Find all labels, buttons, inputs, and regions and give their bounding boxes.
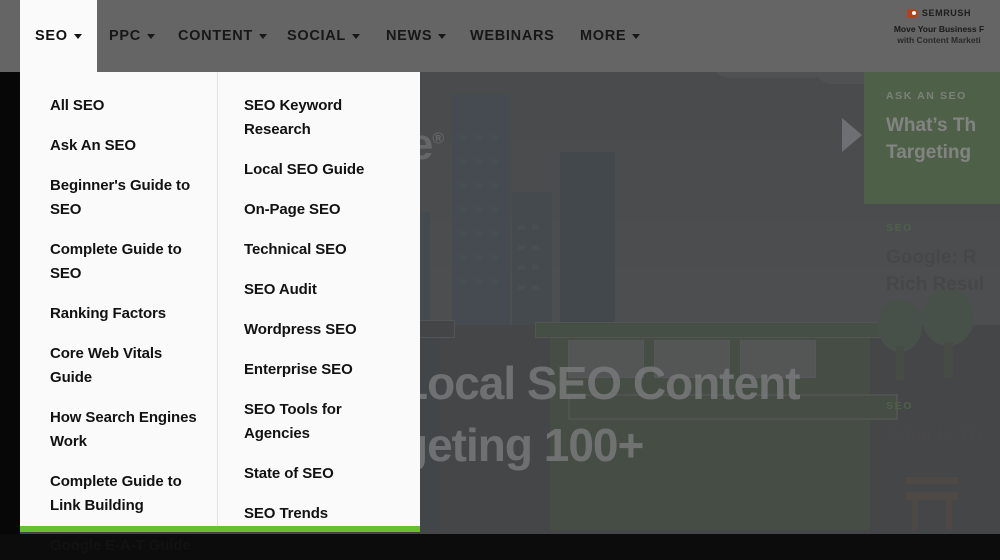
nav-item-label: SEO <box>35 28 68 44</box>
chevron-down-icon <box>146 33 155 39</box>
ad-headline-line-1: Move Your Business F <box>893 24 985 34</box>
semrush-mark-icon <box>906 8 918 18</box>
menu-item-local-seo-guide[interactable]: Local SEO Guide <box>244 158 406 182</box>
menu-item-on-page-seo[interactable]: On-Page SEO <box>244 198 406 222</box>
mega-menu-column-1: All SEO Ask An SEO Beginner's Guide to S… <box>20 72 217 554</box>
nav-item-news[interactable]: NEWS <box>371 0 461 72</box>
menu-item-how-search-engines-work[interactable]: How Search Engines Work <box>50 406 205 454</box>
menu-item-beginners-guide-to-seo[interactable]: Beginner's Guide to SEO <box>50 174 205 222</box>
nav-item-ppc[interactable]: PPC <box>94 0 170 72</box>
nav-item-label: SOCIAL <box>287 28 346 44</box>
menu-item-complete-guide-to-seo[interactable]: Complete Guide to SEO <box>50 238 205 286</box>
nav-item-content[interactable]: CONTENT <box>163 0 282 72</box>
menu-item-all-seo[interactable]: All SEO <box>50 94 205 118</box>
left-gutter <box>0 72 20 560</box>
chevron-down-icon <box>258 33 267 39</box>
nav-item-social[interactable]: SOCIAL <box>272 0 375 72</box>
menu-item-core-web-vitals-guide[interactable]: Core Web Vitals Guide <box>50 342 205 390</box>
menu-item-complete-guide-to-link-building[interactable]: Complete Guide to Link Building <box>50 470 205 518</box>
main-navigation-bar: SEO PPC CONTENT SOCIAL NEWS WEBINARS MOR… <box>0 0 1000 72</box>
menu-item-ask-an-seo[interactable]: Ask An SEO <box>50 134 205 158</box>
nav-item-label: MORE <box>580 28 627 44</box>
menu-item-wordpress-seo[interactable]: Wordpress SEO <box>244 318 406 342</box>
nav-item-label: NEWS <box>386 28 433 44</box>
menu-item-enterprise-seo[interactable]: Enterprise SEO <box>244 358 406 382</box>
nav-item-label: WEBINARS <box>470 28 555 44</box>
menu-item-seo-audit[interactable]: SEO Audit <box>244 278 406 302</box>
ad-headline-line-2: with Content Marketi <box>897 35 981 45</box>
semrush-logo: SEMRUSH <box>878 8 1000 18</box>
menu-item-seo-keyword-research[interactable]: SEO Keyword Research <box>244 94 406 142</box>
sponsor-ad[interactable]: SEMRUSH Move Your Business F with Conten… <box>878 8 1000 45</box>
chevron-down-icon <box>438 33 447 39</box>
chevron-down-icon <box>351 33 360 39</box>
menu-item-ranking-factors[interactable]: Ranking Factors <box>50 302 205 326</box>
chevron-down-icon <box>73 33 82 39</box>
menu-item-google-eat-guide[interactable]: Google E-A-T Guide <box>50 534 205 558</box>
menu-item-seo-trends[interactable]: SEO Trends <box>244 502 406 526</box>
page-root: ngine® Local SEO Content geting 100+ ASK… <box>0 0 1000 560</box>
menu-item-state-of-seo[interactable]: State of SEO <box>244 462 406 486</box>
menu-item-seo-tools-for-agencies[interactable]: SEO Tools for Agencies <box>244 398 406 446</box>
nav-item-label: CONTENT <box>178 28 253 44</box>
nav-item-seo[interactable]: SEO <box>20 0 97 72</box>
seo-mega-menu: All SEO Ask An SEO Beginner's Guide to S… <box>20 72 420 554</box>
menu-item-technical-seo[interactable]: Technical SEO <box>244 238 406 262</box>
nav-item-more[interactable]: MORE <box>565 0 655 72</box>
chevron-down-icon <box>632 33 641 39</box>
mega-menu-column-2: SEO Keyword Research Local SEO Guide On-… <box>217 72 420 526</box>
semrush-wordmark: SEMRUSH <box>921 8 972 18</box>
nav-item-webinars[interactable]: WEBINARS <box>455 0 570 72</box>
nav-item-label: PPC <box>109 28 141 44</box>
